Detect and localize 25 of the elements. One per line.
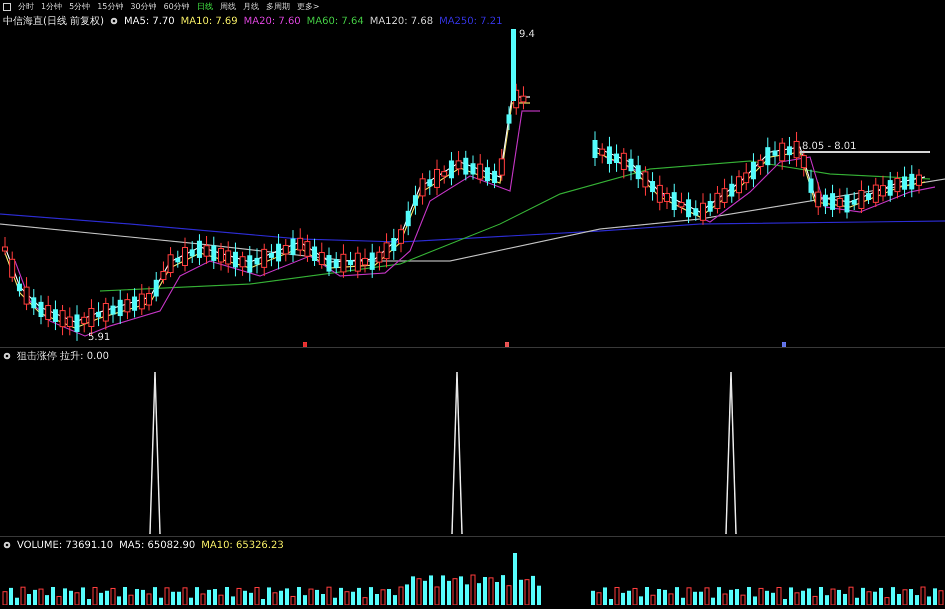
period-tab[interactable]: 月线 (242, 1, 259, 12)
period-tab[interactable]: 1分钟 (41, 1, 62, 12)
moving-average-value: MA60: 7.64 (306, 16, 364, 26)
high-price-label: 9.4 (519, 29, 535, 40)
low-price-label: 5.91 (88, 332, 110, 343)
period-tab[interactable]: 周线 (220, 1, 236, 12)
moving-average-value: MA5: 7.70 (124, 16, 175, 26)
moving-average-value: MA10: 7.69 (180, 16, 238, 26)
period-tab[interactable]: 60分钟 (164, 1, 190, 12)
period-tab[interactable]: 15分钟 (97, 1, 124, 12)
moving-average-value: MA120: 7.68 (370, 16, 434, 26)
period-tab[interactable]: 多周期 (266, 1, 290, 12)
period-tab[interactable]: 5分钟 (69, 1, 90, 12)
period-tab[interactable]: 30分钟 (130, 1, 157, 12)
range-label: 8.05 - 8.01 (802, 141, 856, 152)
volume-value: VOLUME: 73691.10 (17, 540, 114, 550)
moving-average-value: MA250: 7.21 (439, 16, 502, 26)
period-tab[interactable]: 更多> (296, 1, 320, 12)
volume-value: MA10: 65326.23 (201, 540, 284, 550)
stock-title: 中信海直(日线 前复权) (3, 14, 104, 28)
volume-value: MA5: 65082.90 (119, 540, 196, 550)
period-tab[interactable]: 日线 (196, 1, 213, 12)
indicator-title: 狙击涨停 拉升: 0.00 (17, 350, 109, 363)
moving-average-value: MA20: 7.60 (244, 16, 301, 26)
period-tab[interactable]: 分时 (18, 1, 34, 12)
